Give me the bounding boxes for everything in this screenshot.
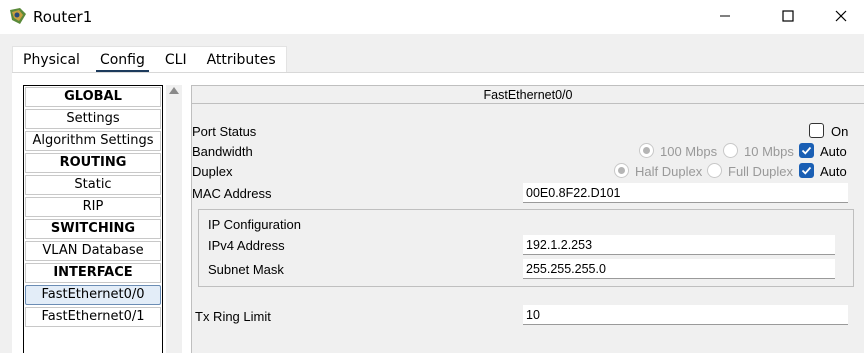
- duplex-label: Duplex: [192, 164, 233, 179]
- nav-item-rip[interactable]: RIP: [25, 197, 161, 217]
- minimize-button[interactable]: [702, 0, 748, 32]
- tab-attributes[interactable]: Attributes: [197, 47, 286, 73]
- ip-configuration-group: IP Configuration IPv4 Address 192.1.2.25…: [198, 209, 854, 287]
- checkmark-icon: [801, 146, 812, 155]
- checkmark-icon: [801, 166, 812, 175]
- bandwidth-100mbps-radio[interactable]: [639, 143, 654, 158]
- duplex-auto-label: Auto: [820, 164, 847, 179]
- config-nav-list: GLOBAL Settings Algorithm Settings ROUTI…: [23, 85, 163, 353]
- duplex-full-radio[interactable]: [707, 163, 722, 178]
- subnet-mask-label: Subnet Mask: [208, 262, 284, 277]
- bandwidth-label: Bandwidth: [192, 144, 253, 159]
- duplex-half-radio[interactable]: [614, 163, 629, 178]
- window-title: Router1: [33, 8, 93, 26]
- nav-item-algorithm-settings[interactable]: Algorithm Settings: [25, 131, 161, 151]
- tx-ring-limit-label: Tx Ring Limit: [195, 309, 271, 324]
- duplex-auto-checkbox[interactable]: [799, 163, 814, 178]
- tab-bar: Physical Config CLI Attributes: [12, 46, 287, 73]
- duplex-full-label: Full Duplex: [728, 164, 794, 179]
- panel-title: FastEthernet0/0: [192, 86, 864, 104]
- bandwidth-10mbps-label: 10 Mbps: [744, 144, 794, 159]
- maximize-button[interactable]: [765, 0, 811, 32]
- mac-address-label: MAC Address: [192, 186, 272, 201]
- port-status-label: Port Status: [192, 124, 257, 139]
- router-app-icon: [8, 6, 28, 26]
- tab-physical[interactable]: Physical: [13, 47, 90, 73]
- close-button[interactable]: [818, 0, 864, 32]
- subnet-mask-input[interactable]: 255.255.255.0: [523, 259, 835, 279]
- port-status-on-checkbox[interactable]: [809, 123, 824, 138]
- bandwidth-10mbps-radio[interactable]: [723, 143, 738, 158]
- window-content: Physical Config CLI Attributes GLOBAL Se…: [0, 34, 864, 353]
- nav-item-vlan-database[interactable]: VLAN Database: [25, 241, 161, 261]
- nav-header-routing: ROUTING: [25, 153, 161, 173]
- nav-item-fastethernet0-1[interactable]: FastEthernet0/1: [25, 307, 161, 327]
- interface-panel: FastEthernet0/0 Port Status On Bandwidth…: [191, 85, 864, 353]
- duplex-half-label: Half Duplex: [635, 164, 703, 179]
- nav-header-switching: SWITCHING: [25, 219, 161, 239]
- ip-configuration-label: IP Configuration: [208, 217, 301, 232]
- port-status-on-label: On: [831, 124, 849, 139]
- bandwidth-auto-checkbox[interactable]: [799, 143, 814, 158]
- nav-item-fastethernet0-0[interactable]: FastEthernet0/0: [25, 285, 161, 305]
- nav-scrollbar[interactable]: [166, 85, 182, 353]
- tx-ring-limit-input[interactable]: 10: [523, 305, 848, 325]
- nav-item-static[interactable]: Static: [25, 175, 161, 195]
- nav-item-settings[interactable]: Settings: [25, 109, 161, 129]
- scroll-up-arrow-icon[interactable]: [169, 87, 179, 94]
- tab-config[interactable]: Config: [90, 47, 155, 73]
- nav-header-global: GLOBAL: [25, 87, 161, 107]
- tab-cli[interactable]: CLI: [155, 47, 197, 73]
- ipv4-address-label: IPv4 Address: [208, 238, 285, 253]
- title-bar: Router1: [0, 0, 864, 34]
- bandwidth-100mbps-label: 100 Mbps: [660, 144, 718, 159]
- config-tab-body: GLOBAL Settings Algorithm Settings ROUTI…: [12, 72, 864, 353]
- bandwidth-auto-label: Auto: [820, 144, 847, 159]
- nav-header-interface: INTERFACE: [25, 263, 161, 283]
- mac-address-field[interactable]: 00E0.8F22.D101: [523, 183, 848, 203]
- ipv4-address-input[interactable]: 192.1.2.253: [523, 235, 835, 255]
